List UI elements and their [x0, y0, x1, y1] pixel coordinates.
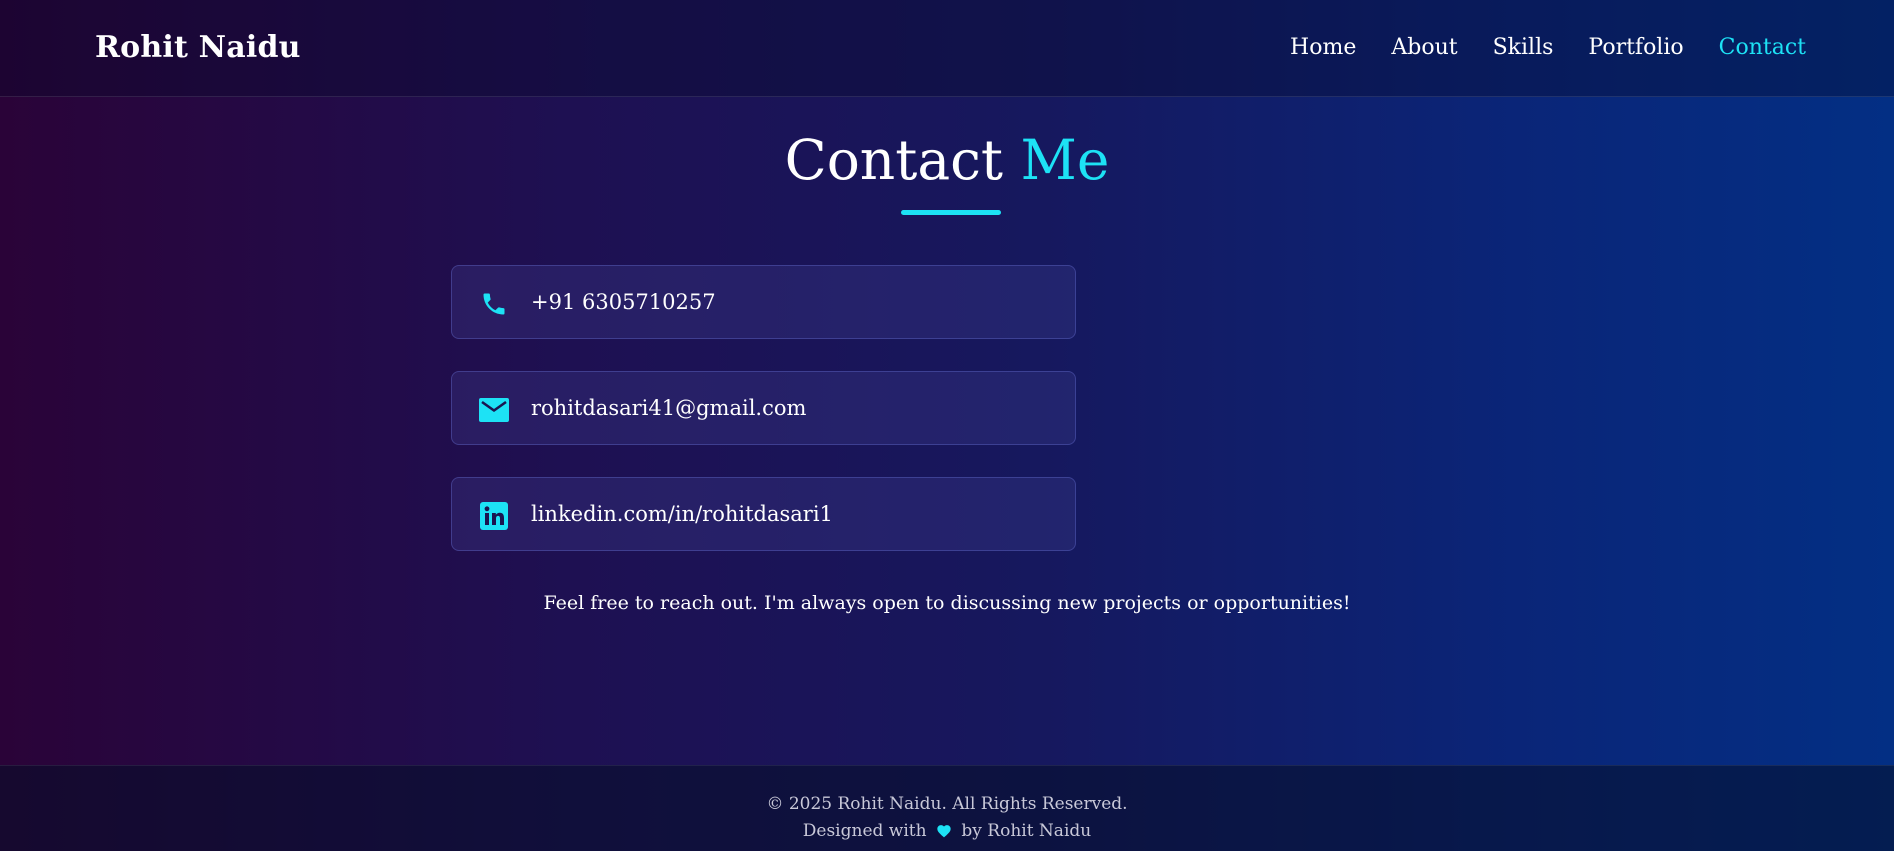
phone-value: +91 6305710257: [531, 290, 716, 314]
email-value: rohitdasari41@gmail.com: [531, 396, 807, 420]
nav-contact[interactable]: Contact: [1719, 35, 1806, 60]
email-icon: [479, 395, 509, 425]
nav-portfolio[interactable]: Portfolio: [1588, 35, 1683, 60]
linkedin-value: linkedin.com/in/rohitdasari1: [531, 502, 833, 526]
site-footer: © 2025 Rohit Naidu. All Rights Reserved.…: [0, 765, 1894, 851]
footer-designed: Designed with by Rohit Naidu: [0, 821, 1894, 843]
nav-skills[interactable]: Skills: [1493, 35, 1554, 60]
main-nav: Home About Skills Portfolio Contact: [1290, 35, 1806, 60]
nav-home[interactable]: Home: [1290, 35, 1356, 60]
contact-card-email[interactable]: rohitdasari41@gmail.com: [451, 371, 1076, 445]
linkedin-icon: [479, 501, 509, 531]
contact-card-linkedin[interactable]: linkedin.com/in/rohitdasari1: [451, 477, 1076, 551]
contact-note: Feel free to reach out. I'm always open …: [543, 592, 1351, 614]
site-header: Rohit Naidu Home About Skills Portfolio …: [0, 0, 1894, 97]
nav-about[interactable]: About: [1391, 35, 1457, 60]
section-title: Contact Me: [0, 128, 1894, 192]
footer-copyright: © 2025 Rohit Naidu. All Rights Reserved.: [766, 794, 1128, 814]
site-logo[interactable]: Rohit Naidu: [95, 30, 301, 65]
footer-designed-suffix: by Rohit Naidu: [961, 821, 1092, 841]
title-accent: Me: [1020, 128, 1110, 192]
footer-designed-prefix: Designed with: [802, 821, 927, 841]
title-main: Contact: [784, 128, 1004, 192]
heart-icon: [936, 823, 952, 843]
title-underline: [901, 210, 1001, 215]
phone-icon: [479, 289, 509, 319]
contact-card-phone[interactable]: +91 6305710257: [451, 265, 1076, 339]
